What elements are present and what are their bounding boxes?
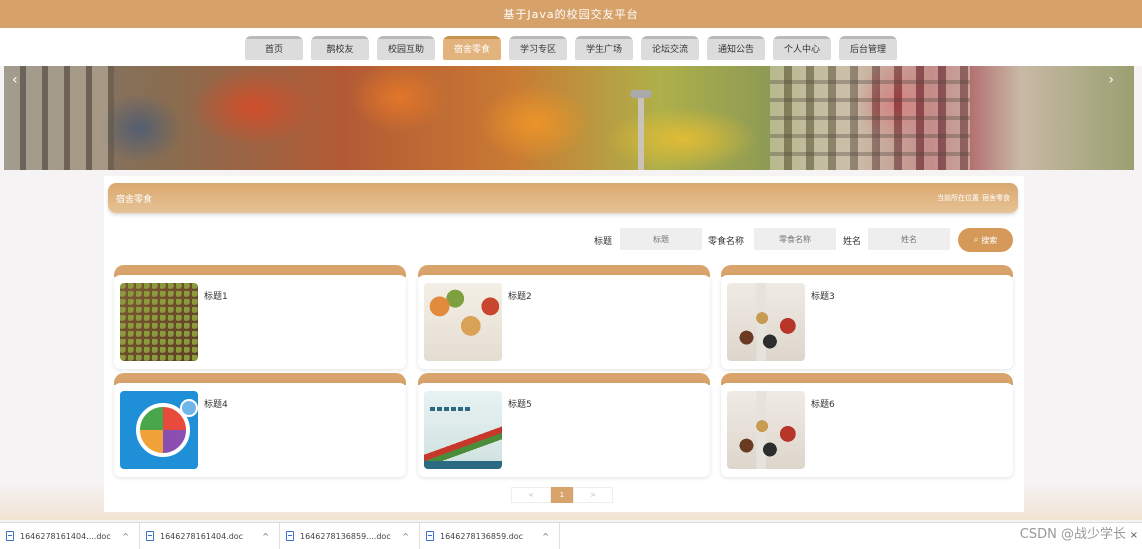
page-current-button[interactable]: 1 [551,487,573,503]
main-nav: 首页 鹊校友 校园互助 宿舍零食 学习专区 学生广场 论坛交流 通知公告 个人中… [0,28,1142,66]
snack-card[interactable]: 标题3 [721,265,1013,369]
snack-card[interactable]: 标题5 [418,373,710,477]
document-icon [146,531,154,541]
nav-item-dorm-snacks[interactable]: 宿舍零食 [443,36,501,60]
snack-name-input[interactable] [754,228,836,250]
pagination: < 1 > [511,487,613,503]
download-filename: 1646278136859....doc [300,531,391,541]
chevron-up-icon[interactable]: ^ [402,532,409,541]
chevron-up-icon[interactable]: ^ [262,532,269,541]
nav-item-study-zone[interactable]: 学习专区 [509,36,567,60]
download-item[interactable]: 1646278161404....doc ^ [0,522,140,549]
card-title[interactable]: 标题3 [811,289,835,302]
document-icon [426,531,434,541]
section-title: 宿舍零食 [116,194,153,205]
close-icon[interactable]: × [1130,530,1138,541]
site-header: 基于Java的校园交友平台 [0,0,1142,28]
search-button-label: 搜索 [981,235,998,245]
breadcrumb: 当前所在位置 宿舍零食 [937,193,1010,203]
snack-card[interactable]: 标题2 [418,265,710,369]
breadcrumb-location: 当前所在位置 [937,194,979,202]
snack-name-label: 零食名称 [708,237,745,247]
banner-building-left [4,66,114,170]
campus-banner: ‹ › [4,66,1134,170]
nav-item-mutual-help[interactable]: 校园互助 [377,36,435,60]
green-beans-photo[interactable] [120,283,198,361]
csdn-watermark: CSDN @战少学长 [1019,527,1126,542]
document-icon [6,531,14,541]
card-title[interactable]: 标题4 [204,397,228,410]
card-title[interactable]: 标题5 [508,397,532,410]
breadcrumb-current[interactable]: 宿舍零食 [982,193,1010,203]
nav-item-notices[interactable]: 通知公告 [707,36,765,60]
page-prev-button[interactable]: < [511,487,551,503]
page-next-button[interactable]: > [573,487,613,503]
download-filename: 1646278136859.doc [440,531,524,541]
nav-item-home[interactable]: 首页 [245,36,303,60]
download-filename: 1646278161404.doc [160,531,244,541]
card-title[interactable]: 标题2 [508,289,532,302]
nav-item-forum[interactable]: 论坛交流 [641,36,699,60]
title-search-label: 标题 [594,237,613,247]
search-button[interactable]: ⌕ 搜索 [958,228,1013,252]
spice-jars-photo[interactable] [727,283,805,361]
download-item[interactable]: 1646278136859.doc ^ [420,522,560,549]
title-search-input[interactable] [620,228,702,250]
download-item[interactable]: 1646278136859....doc ^ [280,522,420,549]
banner-prev-icon[interactable]: ‹ [12,72,18,88]
snack-card[interactable]: 标题6 [721,373,1013,477]
chevron-up-icon[interactable]: ^ [542,532,549,541]
download-item[interactable]: 1646278161404.doc ^ [140,522,280,549]
banner-next-icon[interactable]: › [1108,72,1114,88]
card-title[interactable]: 标题6 [811,397,835,410]
nav-item-alumni[interactable]: 鹊校友 [311,36,369,60]
snack-card[interactable]: 标题4 [114,373,406,477]
nav-item-personal-center[interactable]: 个人中心 [773,36,831,60]
document-icon [286,531,294,541]
site-title: 基于Java的校园交友平台 [503,8,639,21]
banner-lamp [630,90,652,170]
nav-item-student-square[interactable]: 学生广场 [575,36,633,60]
name-search-input[interactable] [868,228,950,250]
nav-item-admin[interactable]: 后台管理 [839,36,897,60]
chevron-up-icon[interactable]: ^ [122,532,129,541]
spice-jars-photo[interactable] [727,391,805,469]
downloads-bar: 1646278161404....doc ^ 1646278161404.doc… [0,522,1142,549]
snack-bowls-photo[interactable] [424,283,502,361]
food-plate-diagram[interactable] [120,391,198,469]
nutrition-poster[interactable] [424,391,502,469]
download-filename: 1646278161404....doc [20,531,111,541]
snack-card[interactable]: 标题1 [114,265,406,369]
banner-building-right [770,66,970,170]
search-icon: ⌕ [973,235,979,244]
section-header: 宿舍零食 当前所在位置 宿舍零食 [108,183,1018,213]
name-search-label: 姓名 [843,237,862,247]
card-title[interactable]: 标题1 [204,289,228,302]
